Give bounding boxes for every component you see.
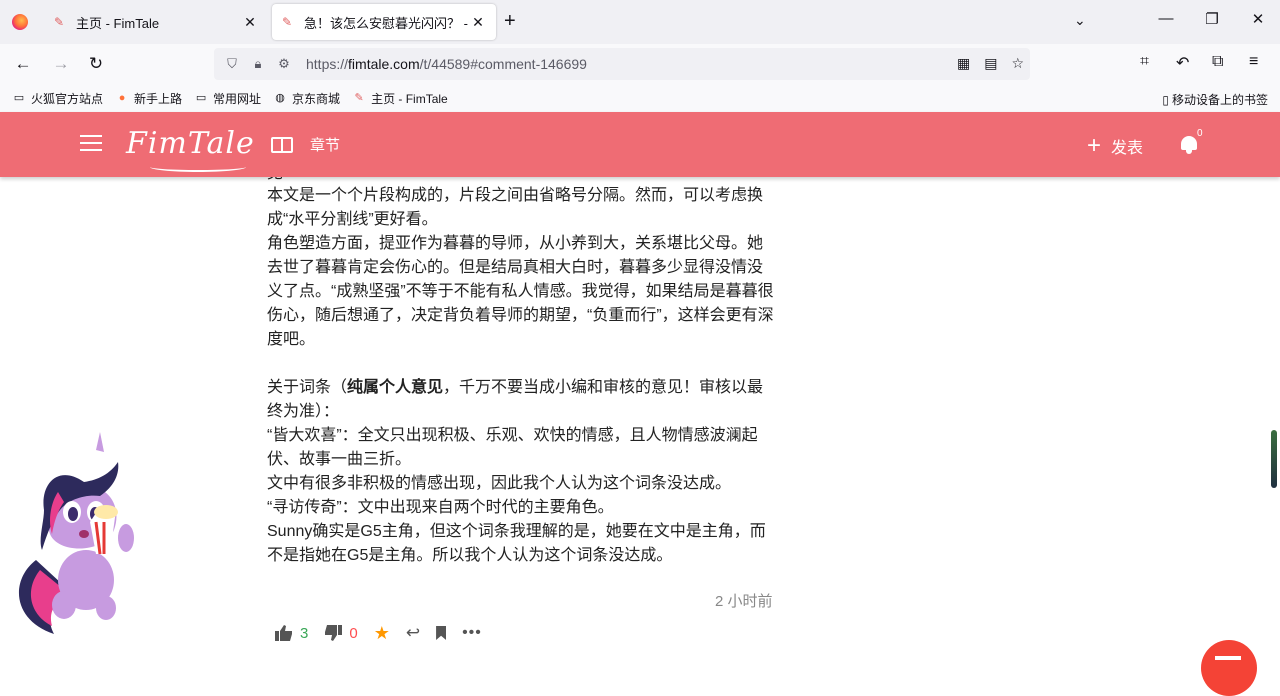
star-icon[interactable]: ☆	[1011, 55, 1024, 72]
crop-icon[interactable]: ⌗	[1140, 53, 1149, 71]
shield-icon[interactable]: ⛉	[224, 56, 240, 72]
folder-icon: ▭	[195, 92, 207, 104]
bookmark-item[interactable]: ✎ 主页 - FimTale	[352, 90, 447, 107]
bookmark-item[interactable]: ▭ 常用网址	[194, 90, 261, 107]
comment-paragraph: “寻访传奇”：文中出现来自两个时代的主要角色。	[267, 499, 614, 516]
maximize-button[interactable]: ❐	[1200, 10, 1224, 28]
book-icon	[271, 136, 293, 153]
bookmark-item[interactable]: ▭ 火狐官方站点	[12, 90, 103, 107]
chapters-link[interactable]: 章节	[271, 134, 340, 155]
bold-note: 纯属个人意见	[347, 379, 444, 396]
reload-button[interactable]: ↻	[85, 53, 107, 75]
comment-paragraph: Sunny确实是G5主角，但这个词条我理解的是，她要在文中是主角，而不是指她在G…	[267, 523, 766, 564]
hamburger-menu-icon[interactable]	[80, 135, 102, 153]
back-button[interactable]: ←	[12, 53, 34, 75]
site-logo[interactable]: FimTale	[126, 126, 255, 161]
folder-icon: ▭	[13, 92, 25, 104]
bookmark-button[interactable]	[436, 626, 447, 640]
downvote-count: 0	[349, 624, 358, 642]
mobile-bookmarks[interactable]: ▯ 移动设备上的书签	[1162, 91, 1268, 108]
scrollbar-thumb[interactable]	[1271, 430, 1277, 488]
address-bar[interactable]: ⛉ 🔒︎ ⚙ https://fimtale.com/t/44589#comme…	[214, 48, 1030, 80]
notification-count: 0	[1197, 128, 1203, 139]
star-icon[interactable]: ★	[374, 623, 390, 644]
comment-timestamp: 2 小时前	[715, 593, 773, 610]
tab-active[interactable]: ✎ 急！该怎么安慰暮光闪闪？ - Fi ✕	[272, 4, 496, 40]
chevron-down-icon[interactable]: ⌄	[1074, 12, 1086, 29]
more-options-icon[interactable]: •••	[462, 624, 482, 642]
fimtale-icon: ✎	[54, 15, 65, 29]
fimtale-icon: ✎	[282, 15, 293, 29]
fab-icon	[1215, 656, 1241, 660]
upvote-button[interactable]: 3	[275, 625, 308, 642]
bookmark-icon	[436, 626, 447, 640]
comment-paragraph: 本文是一个个片段构成的，片段之间由省略号分隔。然而，可以考虑换成“水平分割线”更…	[267, 187, 764, 228]
bookmark-item[interactable]: ● 新手上路	[115, 90, 182, 107]
window-close-button[interactable]: ✕	[1246, 10, 1270, 28]
qr-code-icon[interactable]: ▦	[957, 55, 970, 72]
downvote-button[interactable]: 0	[324, 624, 358, 642]
lock-icon[interactable]: 🔒︎	[250, 56, 266, 72]
bookmark-item[interactable]: ◍ 京东商城	[273, 90, 340, 107]
comment-body: 见 本文是一个个片段构成的，片段之间由省略号分隔。然而，可以考虑换成“水平分割线…	[267, 177, 777, 661]
comment-paragraph: 角色塑造方面，提亚作为暮暮的导师，从小养到大，关系堪比父母。她去世了暮暮肯定会伤…	[267, 235, 774, 348]
bell-icon[interactable]	[1180, 134, 1198, 154]
upvote-count: 3	[300, 624, 309, 642]
bookmarks-bar: ▭ 火狐官方站点 ● 新手上路 ▭ 常用网址 ◍ 京东商城 ✎ 主页 - FimTale …	[0, 84, 1280, 112]
tab-title: 急！该怎么安慰暮光闪闪？ - Fi	[304, 15, 470, 31]
close-icon[interactable]: ✕	[242, 14, 258, 31]
minimize-button[interactable]: —	[1154, 10, 1178, 27]
logo-swoosh	[150, 162, 246, 172]
menu-icon[interactable]: ≡	[1249, 53, 1258, 71]
twilight-sparkle-mascot	[18, 432, 134, 634]
thumbs-down-icon	[325, 625, 343, 641]
forward-button[interactable]: →	[50, 53, 72, 75]
reply-icon[interactable]: ↩	[406, 623, 420, 643]
publish-button[interactable]: + 发表	[1087, 134, 1143, 158]
firefox-icon: ●	[118, 92, 126, 104]
site-header: FimTale 章节 + 发表	[0, 112, 1280, 177]
comment-actions: 3 0 ★ ↩ •••	[275, 622, 498, 644]
extensions-icon[interactable]: ⧉	[1212, 53, 1223, 71]
new-tab-button[interactable]: +	[504, 10, 516, 33]
comment-paragraph: “皆大欢喜”：全文只出现积极、乐观、欢快的情感，且人物情感波澜起伏、故事一曲三折…	[267, 427, 758, 468]
reader-view-icon[interactable]: ▤	[984, 55, 997, 72]
mobile-icon: ▯	[1162, 92, 1169, 107]
navigation-bar: ← → ↻ ⛉ 🔒︎ ⚙ https://fimtale.com/t/44589…	[0, 44, 1280, 84]
close-icon[interactable]: ✕	[470, 14, 486, 31]
fimtale-icon: ✎	[354, 92, 364, 104]
tab-strip: ✎ 主页 - FimTale ✕ ✎ 急！该怎么安慰暮光闪闪？ - Fi ✕ +…	[0, 0, 1280, 44]
tab-title: 主页 - FimTale	[76, 15, 160, 31]
thumbs-up-icon	[275, 625, 292, 641]
globe-icon: ◍	[275, 92, 285, 104]
comment-paragraph: 文中有很多非积极的情感出现，因此我个人认为这个词条没达成。	[267, 475, 732, 492]
url-text[interactable]: https://fimtale.com/t/44589#comment-1466…	[306, 56, 587, 72]
tab-home[interactable]: ✎ 主页 - FimTale ✕	[44, 4, 268, 40]
plus-icon: +	[1087, 132, 1102, 159]
permissions-icon[interactable]: ⚙	[276, 56, 292, 72]
undo-icon[interactable]: ↶	[1176, 53, 1189, 73]
floating-action-button[interactable]	[1201, 640, 1257, 696]
comment-paragraph: 关于词条（纯属个人意见，千万不要当成小编和审核的意见！审核以最终为准）：	[267, 379, 764, 420]
firefox-icon[interactable]	[12, 14, 28, 30]
